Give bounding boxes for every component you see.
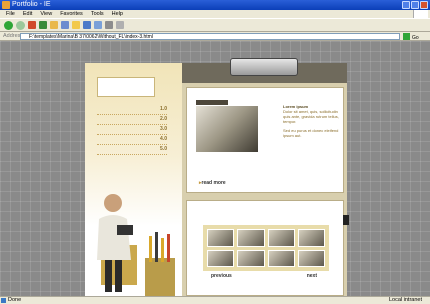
clipboard-clip-icon [230,58,298,76]
card-text: Lorem ipsum Dolor sit amet, quis, sollic… [283,104,341,138]
back-icon[interactable] [4,20,13,30]
nav-menu: 1.0 2.0 3.0 4.0 5.0 [97,105,167,155]
close-button[interactable] [420,1,428,9]
history-icon[interactable] [94,21,102,29]
pencils-image [145,232,175,296]
gallery-thumbnail[interactable] [207,229,235,247]
left-panel: 1.0 2.0 3.0 4.0 5.0 [85,63,182,296]
address-input[interactable]: F:\templates\Marina\B 37\0062\Without_FL… [20,33,400,40]
address-bar: Address F:\templates\Marina\B 37\0062\Wi… [0,32,430,41]
site-logo [97,77,155,97]
search-icon[interactable] [61,21,69,29]
nav-item[interactable]: 4.0 [97,135,167,145]
gallery-thumbnail[interactable] [267,229,295,247]
media-icon[interactable] [83,21,91,29]
next-link[interactable]: next [307,273,317,279]
nav-item[interactable]: 1.0 [97,105,167,115]
go-button[interactable]: Go [403,33,427,41]
window-controls [402,1,428,9]
ie-logo-icon [2,1,10,9]
windows-logo-icon [413,10,428,18]
menu-help[interactable]: Help [112,10,123,18]
card-body-2: Sed eu purus et donec eleifend ipsum aut… [283,128,339,138]
status-bar: Done Local intranet [0,296,430,304]
gallery-thumbnail[interactable] [267,249,295,267]
minimize-button[interactable] [402,1,410,9]
zone-text: Local intranet [388,297,422,303]
content-card: Lorem ipsum Dolor sit amet, quis, sollic… [186,87,344,193]
refresh-icon[interactable] [39,21,47,29]
toolbar [0,18,430,32]
forward-icon[interactable] [16,20,25,30]
menu-favorites[interactable]: Favorites [60,10,83,18]
menu-file[interactable]: File [6,10,15,18]
gallery-thumbnail[interactable] [237,249,265,267]
menu-view[interactable]: View [40,10,52,18]
browser-window: Portfolio - IE File Edit View Favorites … [0,0,430,304]
website: 1.0 2.0 3.0 4.0 5.0 Lorem ipsum Dolor si… [85,58,349,296]
gallery-thumbnail[interactable] [237,229,265,247]
print-icon[interactable] [116,21,124,29]
card-body: Dolor sit amet, quis, sollicitudin quis … [283,109,339,124]
photo-tab [196,100,228,105]
gallery-thumbnail[interactable] [297,229,325,247]
window-title: Portfolio - IE [12,1,51,8]
favorites-icon[interactable] [72,21,80,29]
maximize-button[interactable] [411,1,419,9]
previous-link[interactable]: previous [211,273,232,279]
gallery-thumbnail[interactable] [207,249,235,267]
menu-tools[interactable]: Tools [91,10,104,18]
nav-item[interactable]: 5.0 [97,145,167,155]
thumbnail-grid [203,225,329,271]
binder-clip-icon [343,215,349,225]
status-text: Done [8,297,22,303]
menu-edit[interactable]: Edit [23,10,32,18]
menu-bar: File Edit View Favorites Tools Help [0,10,430,18]
home-icon[interactable] [50,21,58,29]
skyscrapers-photo [196,106,258,152]
gallery-thumbnail[interactable] [297,249,325,267]
nav-item[interactable]: 3.0 [97,125,167,135]
read-more-link[interactable]: read more [199,180,226,186]
go-label: Go [412,35,419,40]
businessman-image [97,194,137,292]
stop-icon[interactable] [28,21,36,29]
right-panel: Lorem ipsum Dolor sit amet, quis, sollic… [182,58,347,296]
mail-icon[interactable] [105,21,113,29]
title-bar: Portfolio - IE [0,0,430,10]
page-icon [1,298,6,303]
page-viewport: 1.0 2.0 3.0 4.0 5.0 Lorem ipsum Dolor si… [0,41,430,296]
gallery-card: previous next [186,200,344,296]
nav-item[interactable]: 2.0 [97,115,167,125]
